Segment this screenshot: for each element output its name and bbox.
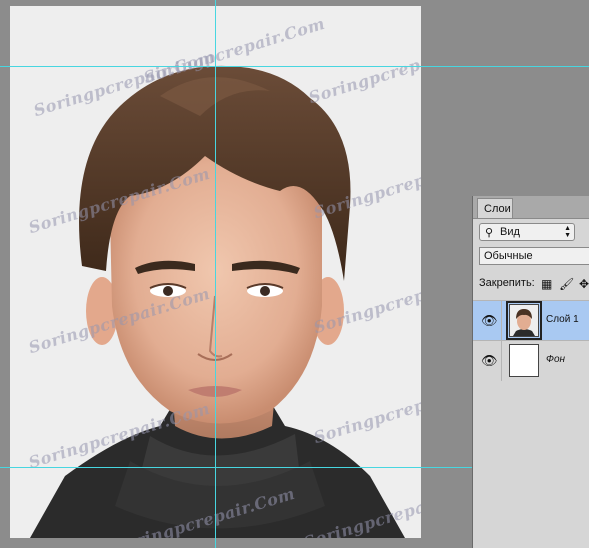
layer-row[interactable]: 👁 Фон — [473, 340, 589, 381]
eye-icon[interactable]: 👁 — [481, 313, 498, 329]
layer-filter-value: Вид — [500, 226, 520, 238]
horizontal-guide[interactable] — [0, 66, 589, 67]
lock-transparent-pixels-icon[interactable]: ▦ — [541, 277, 552, 291]
panel-tab-bar: Слои — [473, 196, 589, 219]
lock-position-icon[interactable]: ✥ — [579, 277, 589, 291]
layer-name[interactable]: Слой 1 — [546, 314, 579, 325]
search-icon: ⚲ — [485, 227, 494, 239]
eye-icon[interactable]: 👁 — [481, 353, 498, 369]
tab-layers[interactable]: Слои — [477, 198, 513, 218]
layer-thumbnail[interactable] — [509, 344, 539, 377]
layer-name[interactable]: Фон — [546, 354, 565, 365]
lock-label: Закрепить: — [479, 277, 535, 289]
layer-row[interactable]: 👁 Слой 1 — [473, 300, 589, 341]
lock-row: Закрепить: ▦ 🖌 ✥ — [479, 276, 589, 292]
lock-image-pixels-icon[interactable]: 🖌 — [559, 277, 574, 291]
updown-arrows-icon: ▲ ▼ — [564, 225, 571, 239]
vertical-guide[interactable] — [215, 0, 216, 548]
layer-thumbnail[interactable] — [506, 301, 542, 340]
layers-panel: Слои ⚲ Вид ▲ ▼ Обычные Закрепить: ▦ 🖌 ✥ 👁… — [472, 196, 589, 548]
layer-filter-dropdown[interactable]: ⚲ Вид ▲ ▼ — [479, 223, 575, 241]
blend-mode-dropdown[interactable]: Обычные — [479, 247, 589, 265]
blend-mode-value: Обычные — [484, 250, 533, 262]
